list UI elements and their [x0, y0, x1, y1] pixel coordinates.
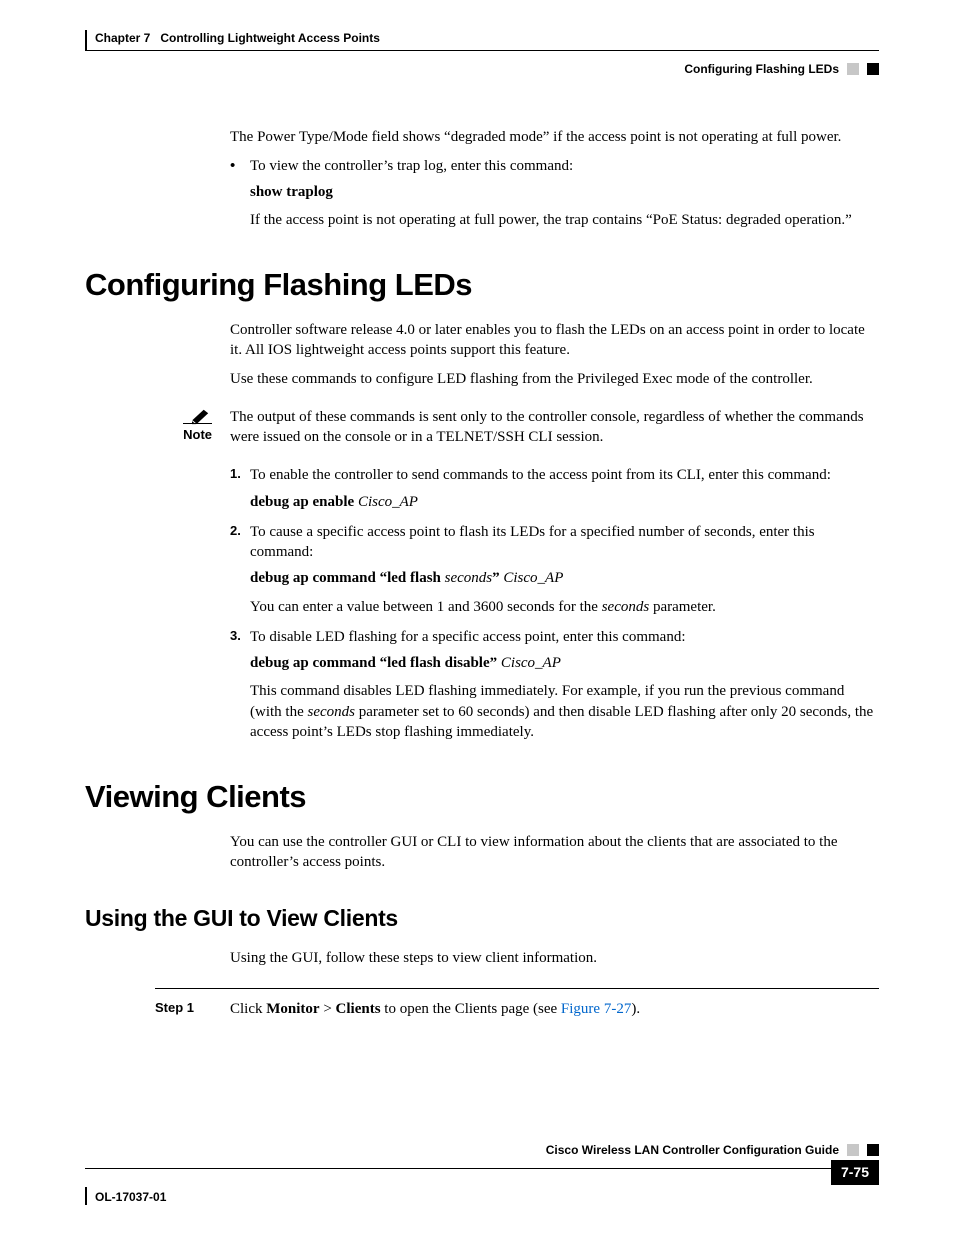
cmd-bold: debug ap command “led flash disable” [250, 655, 501, 671]
body-text: This command disables LED flashing immed… [250, 681, 879, 742]
page-footer: Cisco Wireless LAN Controller Configurat… [85, 1142, 879, 1205]
note-body: The output of these commands is sent onl… [230, 407, 879, 448]
body-text: You can use the controller GUI or CLI to… [230, 832, 879, 873]
command-text: show traplog [250, 182, 879, 202]
decor-square-dark [867, 1144, 879, 1156]
decor-square-dark [867, 63, 879, 75]
step-row: Step 1 Click Monitor > Clients to open t… [155, 999, 879, 1019]
step-label: Step 1 [155, 999, 230, 1019]
body-text: You can enter a value between 1 and 3600… [250, 597, 879, 617]
cmd-bold: debug ap enable [250, 494, 358, 510]
ordered-text: To enable the controller to send command… [250, 465, 879, 485]
command-text: debug ap command “led flash seconds” Cis… [250, 568, 879, 588]
ordered-num: 2. [230, 522, 250, 563]
footer-rule [85, 1168, 831, 1185]
section-name: Configuring Flashing LEDs [684, 61, 839, 77]
page-number: 7-75 [831, 1160, 879, 1185]
body-text: The Power Type/Mode field shows “degrade… [230, 127, 879, 147]
cmd-bold: debug ap command “led flash [250, 570, 445, 586]
body-text: Using the GUI, follow these steps to vie… [230, 948, 879, 968]
step-body: Click Monitor > Clients to open the Clie… [230, 999, 879, 1019]
step-divider [155, 988, 879, 989]
subheading-using-gui: Using the GUI to View Clients [85, 903, 879, 934]
heading-configuring-flashing-leds: Configuring Flashing LEDs [85, 264, 879, 306]
body-text: Controller software release 4.0 or later… [230, 320, 879, 361]
note-label: Note [183, 423, 212, 444]
ordered-num: 1. [230, 465, 250, 485]
ordered-text: To disable LED flashing for a specific a… [250, 627, 879, 647]
body-text: If the access point is not operating at … [250, 210, 879, 230]
decor-square-light [847, 1144, 859, 1156]
bullet-glyph: • [230, 156, 250, 176]
chapter-title: Controlling Lightweight Access Points [160, 30, 380, 46]
decor-square-light [847, 63, 859, 75]
cmd-italic: Cisco_AP [503, 570, 563, 586]
command-text: debug ap enable Cisco_AP [250, 492, 879, 512]
note-block: Note The output of these commands is sen… [85, 407, 879, 448]
body-text: Use these commands to configure LED flas… [230, 369, 879, 389]
ordered-item: 1. To enable the controller to send comm… [230, 465, 879, 485]
footer-guide-title: Cisco Wireless LAN Controller Configurat… [546, 1142, 839, 1158]
cmd-italic: Cisco_AP [358, 494, 418, 510]
heading-viewing-clients: Viewing Clients [85, 776, 879, 818]
chapter-label: Chapter 7 [95, 30, 150, 46]
figure-link[interactable]: Figure 7-27 [561, 1001, 631, 1017]
ordered-text: To cause a specific access point to flas… [250, 522, 879, 563]
cmd-italic: seconds [445, 570, 493, 586]
bullet-text: To view the controller’s trap log, enter… [250, 156, 879, 176]
ordered-num: 3. [230, 627, 250, 647]
cmd-italic: Cisco_AP [501, 655, 561, 671]
bullet-item: • To view the controller’s trap log, ent… [230, 156, 879, 176]
cmd-bold: ” [492, 570, 503, 586]
ordered-item: 2. To cause a specific access point to f… [230, 522, 879, 563]
footer-doc-id: OL-17037-01 [85, 1187, 166, 1205]
command-text: debug ap command “led flash disable” Cis… [250, 653, 879, 673]
ordered-item: 3. To disable LED flashing for a specifi… [230, 627, 879, 647]
section-header-right: Configuring Flashing LEDs [85, 61, 879, 77]
running-header: Chapter 7 Controlling Lightweight Access… [85, 30, 879, 51]
